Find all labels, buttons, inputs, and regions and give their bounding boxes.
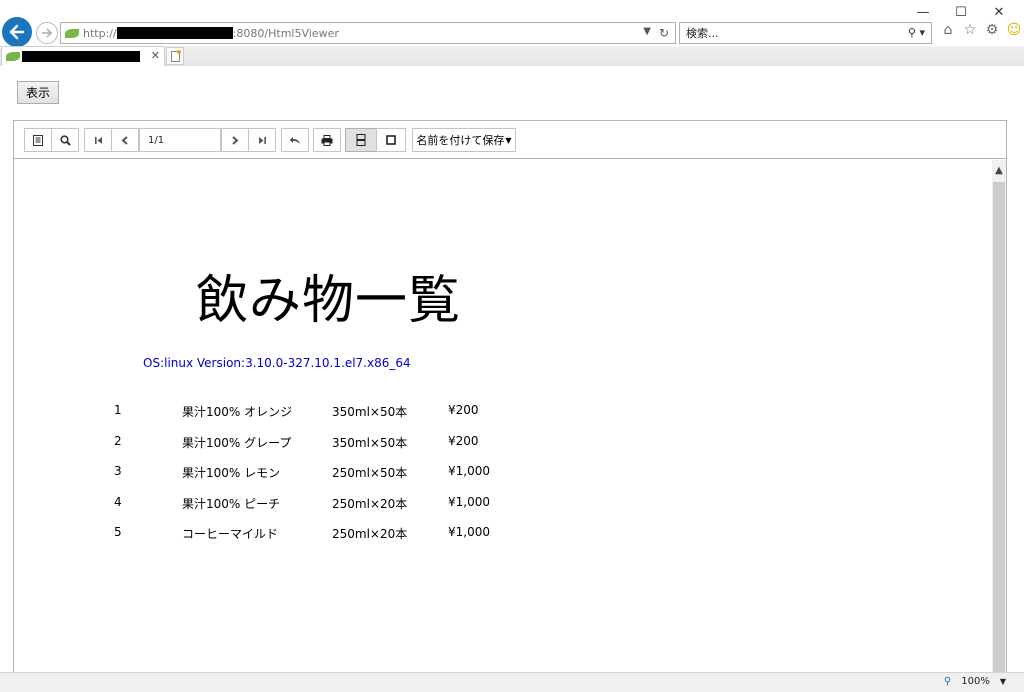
continuous-pages-icon: [356, 134, 366, 146]
product-price: ¥1,000: [448, 495, 490, 509]
address-actions: ▼ ↻: [643, 26, 669, 40]
continuous-view-button[interactable]: [345, 128, 377, 152]
minimize-icon[interactable]: —: [904, 2, 942, 22]
scroll-up-arrow-icon[interactable]: ▲: [992, 160, 1006, 180]
first-page-icon: [94, 136, 102, 144]
site-favicon-icon: [65, 28, 79, 38]
save-as-label: 名前を付けて保存: [416, 134, 505, 147]
product-price: ¥200: [448, 403, 479, 417]
os-version-text: OS:linux Version:3.10.0-327.10.1.el7.x86…: [143, 356, 411, 370]
address-bar[interactable]: http:// :8080/Html5Viewer ▼ ↻: [60, 22, 676, 44]
table-row: 1 果汁100% オレンジ 350ml×50本 ¥200: [14, 403, 714, 419]
product-name: 果汁100% オレンジ: [182, 405, 293, 419]
caret-down-icon: ▼: [505, 135, 512, 145]
vertical-scrollbar[interactable]: ▲: [992, 160, 1006, 673]
browser-tab[interactable]: ✕: [1, 46, 165, 66]
product-price: ¥1,000: [448, 525, 490, 539]
table-row: 4 果汁100% ピーチ 250ml×20本 ¥1,000: [14, 495, 714, 511]
single-page-icon: [386, 135, 396, 145]
magnifier-icon: [59, 134, 71, 146]
viewer-toolbar: 1/1 名前を付けて保存 ▼: [14, 121, 1006, 159]
search-icon[interactable]: ⚲ ▾: [908, 26, 925, 39]
url-suffix: :8080/Html5Viewer: [232, 26, 339, 40]
product-name: コーヒーマイルド: [182, 527, 279, 541]
redacted-tab-title: [22, 51, 140, 62]
product-size: 250ml×20本: [332, 497, 408, 511]
undo-arrow-icon: [289, 136, 300, 144]
back-button[interactable]: [2, 17, 32, 47]
close-icon[interactable]: ✕: [980, 2, 1018, 22]
back-to-parent-button[interactable]: [281, 128, 309, 152]
home-icon[interactable]: ⌂: [940, 22, 956, 38]
single-page-view-button[interactable]: [376, 128, 406, 152]
arrow-right-icon: [42, 28, 53, 38]
arrow-left-icon: [9, 24, 25, 40]
address-url: http:// :8080/Html5Viewer: [83, 27, 339, 40]
tab-favicon-icon: [6, 52, 20, 61]
zoom-dropdown-icon[interactable]: ▼: [1000, 677, 1006, 686]
redacted-host: [116, 27, 233, 39]
row-number: 3: [114, 464, 122, 478]
page-number-input[interactable]: 1/1: [139, 128, 221, 152]
product-price: ¥1,000: [448, 464, 490, 478]
product-size: 250ml×50本: [332, 466, 408, 480]
maximize-icon[interactable]: ☐: [942, 2, 980, 22]
status-bar: ⚲ 100% ▼: [0, 672, 1024, 692]
last-page-icon: [258, 136, 266, 144]
forward-button[interactable]: [36, 22, 58, 44]
zoom-level: 100%: [961, 676, 990, 687]
row-number: 4: [114, 495, 122, 509]
new-tab-icon: [170, 49, 181, 62]
browser-tools: ⌂ ☆ ⚙ ☺: [940, 22, 1022, 38]
html5-viewer: 1/1 名前を付けて保存 ▼ 飲み物一覧 OS:linux Version:3.…: [13, 120, 1007, 673]
settings-gear-icon[interactable]: ⚙: [984, 22, 1000, 38]
document-list-icon: [33, 134, 43, 146]
tab-bar: ✕: [0, 46, 1024, 66]
search-placeholder: 検索...: [686, 27, 719, 40]
chevron-left-icon: [121, 135, 128, 145]
save-as-dropdown[interactable]: 名前を付けて保存 ▼: [412, 128, 516, 152]
table-row: 3 果汁100% レモン 250ml×50本 ¥1,000: [14, 464, 714, 480]
print-button[interactable]: [313, 128, 341, 152]
last-page-button[interactable]: [248, 128, 276, 152]
product-name: 果汁100% レモン: [182, 466, 281, 480]
row-number: 5: [114, 525, 122, 539]
refresh-icon[interactable]: ↻: [659, 26, 669, 40]
show-button[interactable]: 表示: [17, 81, 59, 104]
product-name: 果汁100% ピーチ: [182, 497, 281, 511]
zoom-magnifier-icon: ⚲: [943, 676, 952, 687]
report-title: 飲み物一覧: [196, 271, 462, 331]
toc-button[interactable]: [24, 128, 52, 152]
row-number: 2: [114, 434, 122, 448]
product-price: ¥200: [448, 434, 479, 448]
first-page-button[interactable]: [84, 128, 112, 152]
table-row: 5 コーヒーマイルド 250ml×20本 ¥1,000: [14, 525, 714, 541]
product-size: 350ml×50本: [332, 405, 408, 419]
next-page-button[interactable]: [221, 128, 249, 152]
new-tab-button[interactable]: [166, 47, 184, 65]
zoom-control[interactable]: ⚲ 100% ▼: [944, 676, 1006, 687]
table-row: 2 果汁100% グレープ 350ml×50本 ¥200: [14, 434, 714, 450]
url-prefix: http://: [83, 26, 117, 40]
tab-close-icon[interactable]: ✕: [151, 49, 160, 62]
product-size: 250ml×20本: [332, 527, 408, 541]
smiley-feedback-icon[interactable]: ☺: [1006, 22, 1022, 38]
scrollbar-thumb[interactable]: [993, 182, 1005, 673]
report-page: 飲み物一覧 OS:linux Version:3.10.0-327.10.1.e…: [14, 160, 992, 673]
product-size: 350ml×50本: [332, 436, 408, 450]
row-number: 1: [114, 403, 122, 417]
browser-chrome: — ☐ ✕ http:// :8080/Html5Viewer ▼ ↻ 検索..…: [0, 0, 1024, 66]
search-input[interactable]: 検索... ⚲ ▾: [679, 22, 932, 44]
find-button[interactable]: [51, 128, 79, 152]
window-controls: — ☐ ✕: [904, 2, 1018, 22]
dropdown-icon[interactable]: ▼: [643, 26, 651, 40]
product-name: 果汁100% グレープ: [182, 436, 292, 450]
chevron-right-icon: [232, 135, 239, 145]
printer-icon: [321, 134, 333, 146]
prev-page-button[interactable]: [111, 128, 139, 152]
favorites-star-icon[interactable]: ☆: [962, 22, 978, 38]
